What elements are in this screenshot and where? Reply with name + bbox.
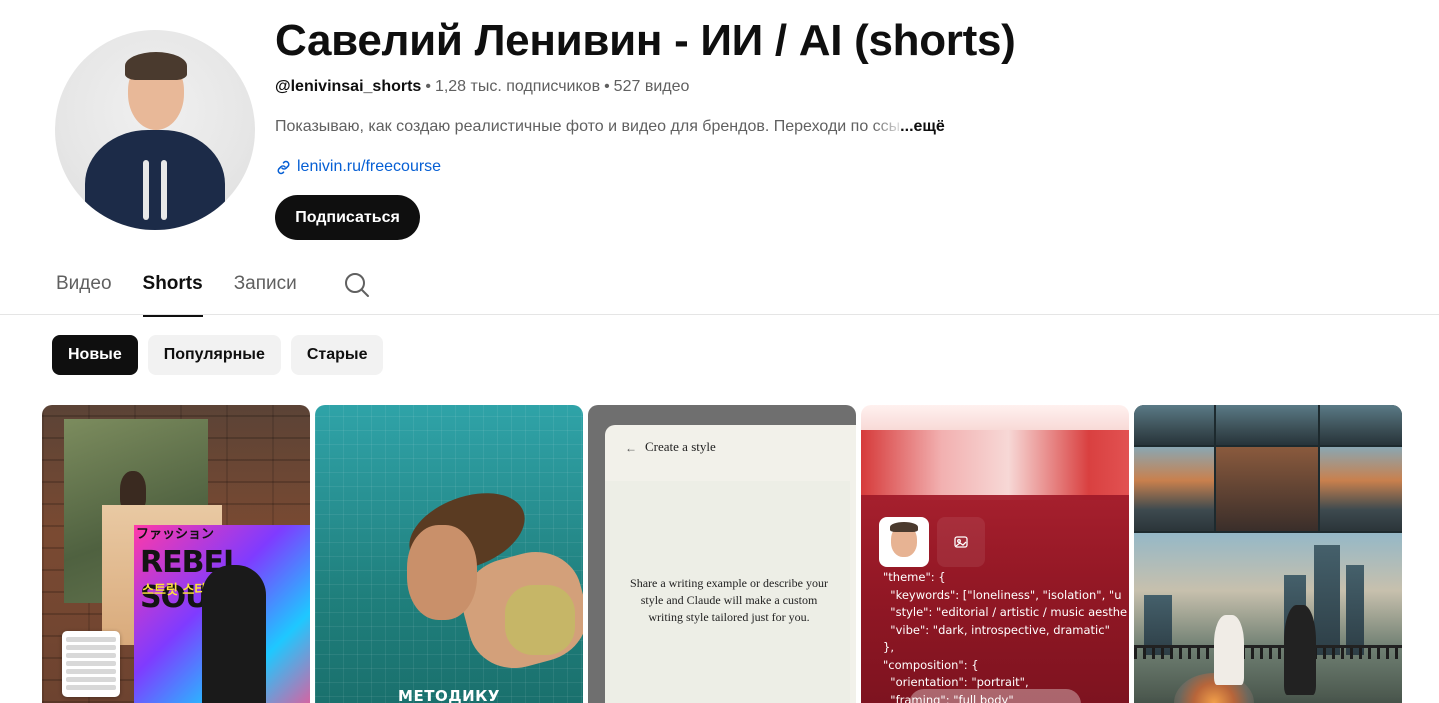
channel-title: Савелий Ленивин - ИИ / AI (shorts) xyxy=(275,16,1016,65)
avatar-thumbnail xyxy=(879,517,929,567)
chip-oldest[interactable]: Старые xyxy=(290,335,384,375)
tab-videos[interactable]: Видео xyxy=(56,268,112,315)
channel-tabs: Видео Shorts Записи xyxy=(56,268,328,317)
short-thumbnail[interactable]: "theme": { "keywords": ["loneliness", "i… xyxy=(861,405,1129,703)
magazine-japanese-text: ファッション xyxy=(136,527,215,542)
chip-newest[interactable]: Новые xyxy=(52,335,138,375)
link-icon xyxy=(277,160,290,174)
channel-link[interactable]: lenivin.ru/freecourse xyxy=(275,158,441,176)
short-thumbnail[interactable] xyxy=(1134,405,1402,703)
subscriber-count: 1,28 тыс. подписчиков xyxy=(434,78,601,95)
sort-chips: Новые Популярные Старые xyxy=(52,335,384,375)
tab-shorts[interactable]: Shorts xyxy=(142,268,203,317)
short-thumbnail[interactable]: МЕТОДИКУ xyxy=(315,405,583,703)
shorts-grid: ファッション REBEL SOUL 스트릿 스타일 МЕТОДИКУ ← Cre… xyxy=(42,405,1402,703)
more-link[interactable]: ...ещё xyxy=(900,118,945,135)
channel-handle: @lenivinsai_shorts xyxy=(275,78,422,95)
image-icon xyxy=(937,517,985,567)
channel-avatar[interactable] xyxy=(55,30,255,230)
video-count: 527 видео xyxy=(613,78,690,95)
magazine-figure xyxy=(202,565,266,703)
channel-meta: @lenivinsai_shorts • 1,28 тыс. подписчиков… xyxy=(275,78,690,95)
magazine-cover: ファッション REBEL SOUL 스트릿 스타일 xyxy=(134,525,310,703)
search-icon[interactable] xyxy=(344,272,370,298)
back-arrow-icon: ← xyxy=(625,441,637,455)
panel-title: Create a style xyxy=(645,439,716,454)
subscribe-button[interactable]: Подписаться xyxy=(275,195,420,240)
avatar-hoodie xyxy=(85,130,225,230)
channel-description[interactable]: Показываю, как создаю реалистичные фото … xyxy=(275,118,1035,136)
swimmer-face xyxy=(407,525,477,620)
person-figure xyxy=(1284,605,1316,695)
context-menu-image xyxy=(62,631,120,697)
tabs-divider xyxy=(0,314,1439,315)
short-caption: МЕТОДИКУ xyxy=(398,687,500,703)
panel-text: Share a writing example or describe your… xyxy=(630,576,828,624)
person-dress xyxy=(1214,615,1244,685)
overlay-pill xyxy=(909,689,1081,703)
style-panel: ← Create a style Share a writing example… xyxy=(605,425,856,703)
channel-link-text[interactable]: lenivin.ru/freecourse xyxy=(297,158,441,176)
chip-popular[interactable]: Популярные xyxy=(147,335,281,375)
description-faded: ссы xyxy=(872,118,901,135)
short-thumbnail[interactable]: ← Create a style Share a writing example… xyxy=(588,405,856,703)
city-scene xyxy=(1134,533,1402,703)
short-thumbnail[interactable]: ファッション REBEL SOUL 스트릿 스타일 xyxy=(42,405,310,703)
tab-posts[interactable]: Записи xyxy=(234,268,297,315)
json-code: "theme": { "keywords": ["loneliness", "i… xyxy=(883,570,1128,703)
description-text: Показываю, как создаю реалистичные фото … xyxy=(275,118,873,135)
